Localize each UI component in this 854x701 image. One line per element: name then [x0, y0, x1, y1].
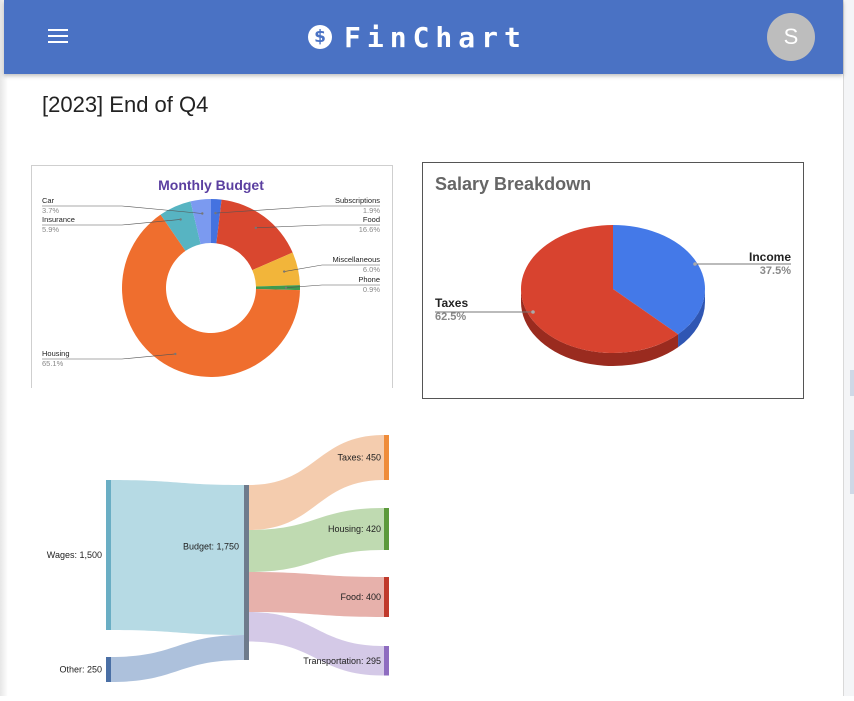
sankey-label-food: Food: 400	[340, 592, 381, 602]
donut-label-miscellaneous: Miscellaneous	[332, 255, 380, 264]
side-panel-edge	[843, 0, 854, 696]
sankey-node-transportation[interactable]	[384, 646, 389, 676]
sankey-label-other: Other: 250	[59, 665, 102, 675]
sankey-node-food[interactable]	[384, 577, 389, 617]
monthly-budget-title: Monthly Budget	[158, 177, 264, 193]
donut-label-insurance: Insurance	[42, 215, 75, 224]
page-title: [2023] End of Q4	[42, 92, 209, 117]
donut-value-car: 3.7%	[42, 206, 59, 215]
side-panel-marker	[850, 370, 854, 396]
monthly-budget-chart: Monthly Budget Subscriptions1.9%Food16.6…	[42, 177, 381, 377]
sankey-node-housing[interactable]	[384, 508, 389, 550]
sankey-label-budget: Budget: 1,750	[183, 542, 239, 552]
pie3d-leader-dot	[693, 262, 697, 266]
sankey-node-other[interactable]	[106, 657, 111, 682]
sankey-node-taxes[interactable]	[384, 435, 389, 480]
pie3d-value-income: 37.5%	[760, 265, 791, 277]
budget-flow-card: Wages: 1,500 Other: 250 Budget: 1,750 Taxes…	[30, 425, 400, 696]
donut-value-insurance: 5.9%	[42, 225, 59, 234]
monthly-budget-card: Monthly Budget Subscriptions 1.9% Food 16.6…	[31, 165, 393, 388]
donut-leader-dot	[214, 211, 217, 215]
donut-label-food: Food	[363, 215, 380, 224]
donut-leader-dot	[179, 218, 182, 221]
donut-leader-dot	[254, 226, 258, 230]
donut-leader-dot	[284, 286, 288, 289]
salary-breakdown-title: Salary Breakdown	[435, 174, 591, 194]
dollar-logo-icon: $	[308, 25, 332, 49]
app-brand[interactable]: $ FinChart	[308, 20, 527, 54]
salary-breakdown-card: Salary Breakdown Income 37.5% Taxes 62.5%	[422, 162, 804, 399]
donut-leader-dot	[201, 212, 204, 215]
hamburger-menu-icon[interactable]	[46, 26, 70, 46]
donut-value-miscellaneous: 6.0%	[363, 265, 380, 274]
donut-value-food: 16.6%	[359, 225, 381, 234]
pie3d-leader-dot	[531, 310, 535, 314]
sankey-label-wages: Wages: 1,500	[47, 550, 102, 560]
donut-value-subscriptions: 1.9%	[363, 206, 380, 215]
sankey-label-transportation: Transportation: 295	[303, 656, 381, 666]
side-panel-marker	[850, 430, 854, 494]
budget-flow-chart: Wages: 1,500 Other: 250 Budget: 1,750 Taxes…	[47, 435, 389, 682]
pie3d-label-income: Income	[749, 250, 791, 264]
donut-label-housing: Housing	[42, 349, 70, 358]
app-bar: $ FinChart S	[4, 0, 843, 74]
sankey-link-other-budget[interactable]	[111, 635, 244, 682]
sankey-link-budget-transportation[interactable]	[249, 612, 384, 676]
sankey-label-housing: Housing: 420	[328, 524, 381, 534]
donut-leader-dot	[282, 270, 286, 273]
pie3d-label-taxes: Taxes	[435, 296, 468, 310]
donut-label-phone: Phone	[358, 275, 380, 284]
sankey-link-wages-budget[interactable]	[111, 480, 244, 635]
user-avatar[interactable]: S	[767, 13, 815, 61]
donut-value-phone: 0.9%	[363, 285, 380, 294]
sankey-node-budget[interactable]	[244, 485, 249, 660]
pie3d-value-taxes: 62.5%	[435, 311, 466, 323]
sankey-node-wages[interactable]	[106, 480, 111, 630]
app-name: FinChart	[344, 20, 527, 54]
donut-label-subscriptions: Subscriptions	[335, 196, 380, 205]
donut-value-housing: 65.1%	[42, 359, 64, 368]
donut-label-car: Car	[42, 196, 55, 205]
page-left-edge	[0, 0, 8, 696]
sankey-label-taxes: Taxes: 450	[337, 453, 381, 463]
salary-breakdown-chart: Salary Breakdown Income37.5% Taxes62.5%	[435, 174, 791, 366]
donut-leader-dot	[174, 352, 177, 356]
